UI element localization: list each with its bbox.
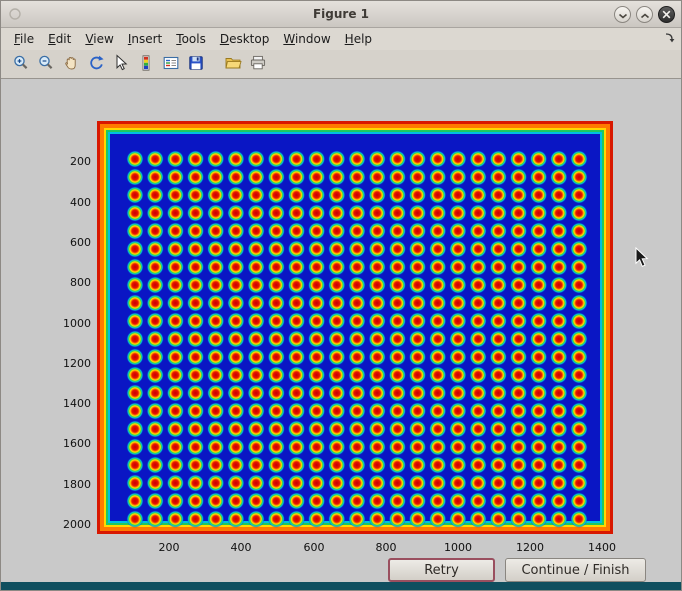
pan-hand-icon xyxy=(62,54,80,75)
x-tick-label: 1400 xyxy=(582,541,622,554)
menu-window[interactable]: Window xyxy=(276,29,337,49)
menu-view[interactable]: View xyxy=(78,29,120,49)
zoom-in-button[interactable] xyxy=(9,53,32,76)
menu-desktop[interactable]: Desktop xyxy=(213,29,277,49)
y-tick-label: 800 xyxy=(43,276,91,289)
toolbar xyxy=(1,50,681,79)
y-tick-label: 1800 xyxy=(43,478,91,491)
continue-finish-button[interactable]: Continue / Finish xyxy=(505,558,646,582)
y-tick-label: 400 xyxy=(43,196,91,209)
window-frame-bottom xyxy=(1,582,681,590)
x-tick-label: 600 xyxy=(294,541,334,554)
y-tick-label: 1000 xyxy=(43,317,91,330)
open-folder-icon xyxy=(224,54,242,75)
insert-legend-button[interactable] xyxy=(159,53,182,76)
print-button[interactable] xyxy=(246,53,269,76)
plot-area[interactable] xyxy=(97,121,613,534)
y-tick-label: 1600 xyxy=(43,437,91,450)
y-tick-label: 2000 xyxy=(43,518,91,531)
menu-bar: File Edit View Insert Tools Desktop Wind… xyxy=(1,28,681,50)
window-title: Figure 1 xyxy=(1,7,681,21)
rotate-3d-icon xyxy=(87,54,105,75)
close-button[interactable] xyxy=(658,6,675,23)
x-tick-label: 800 xyxy=(366,541,406,554)
close-icon xyxy=(662,7,671,22)
menu-tools[interactable]: Tools xyxy=(169,29,213,49)
y-tick-label: 200 xyxy=(43,155,91,168)
x-tick-label: 1000 xyxy=(438,541,478,554)
minimize-button[interactable] xyxy=(614,6,631,23)
menu-edit[interactable]: Edit xyxy=(41,29,78,49)
edit-plot-pointer-icon xyxy=(112,54,130,75)
chevron-up-icon xyxy=(640,7,650,22)
x-tick-label: 400 xyxy=(221,541,261,554)
y-tick-label: 1200 xyxy=(43,357,91,370)
menu-file[interactable]: File xyxy=(7,29,41,49)
rotate-3d-button[interactable] xyxy=(84,53,107,76)
insert-colorbar-button[interactable] xyxy=(134,53,157,76)
zoom-out-button[interactable] xyxy=(34,53,57,76)
title-bar[interactable]: Figure 1 xyxy=(1,1,681,28)
y-tick-label: 1400 xyxy=(43,397,91,410)
zoom-in-icon xyxy=(12,54,30,75)
chevron-down-icon xyxy=(618,7,628,22)
menu-help[interactable]: Help xyxy=(338,29,379,49)
figure-canvas: 200 400 600 800 1000 1200 1400 1600 1800… xyxy=(1,79,681,582)
pan-button[interactable] xyxy=(59,53,82,76)
edit-plot-button[interactable] xyxy=(109,53,132,76)
x-tick-label: 200 xyxy=(149,541,189,554)
menu-insert[interactable]: Insert xyxy=(121,29,169,49)
zoom-out-icon xyxy=(37,54,55,75)
retry-button[interactable]: Retry xyxy=(388,558,495,582)
colorbar-icon xyxy=(137,54,155,75)
legend-icon xyxy=(162,54,180,75)
menu-overflow-icon[interactable] xyxy=(664,32,676,47)
save-floppy-icon xyxy=(187,54,205,75)
open-button[interactable] xyxy=(221,53,244,76)
toolbar-separator xyxy=(209,50,219,78)
save-button[interactable] xyxy=(184,53,207,76)
printer-icon xyxy=(249,54,267,75)
x-tick-label: 1200 xyxy=(510,541,550,554)
figure-window: Figure 1 File Edit View Insert xyxy=(0,0,682,591)
maximize-button[interactable] xyxy=(636,6,653,23)
mouse-cursor xyxy=(635,247,649,272)
window-controls xyxy=(614,6,675,23)
y-tick-label: 600 xyxy=(43,236,91,249)
heatmap-image[interactable] xyxy=(97,121,613,534)
